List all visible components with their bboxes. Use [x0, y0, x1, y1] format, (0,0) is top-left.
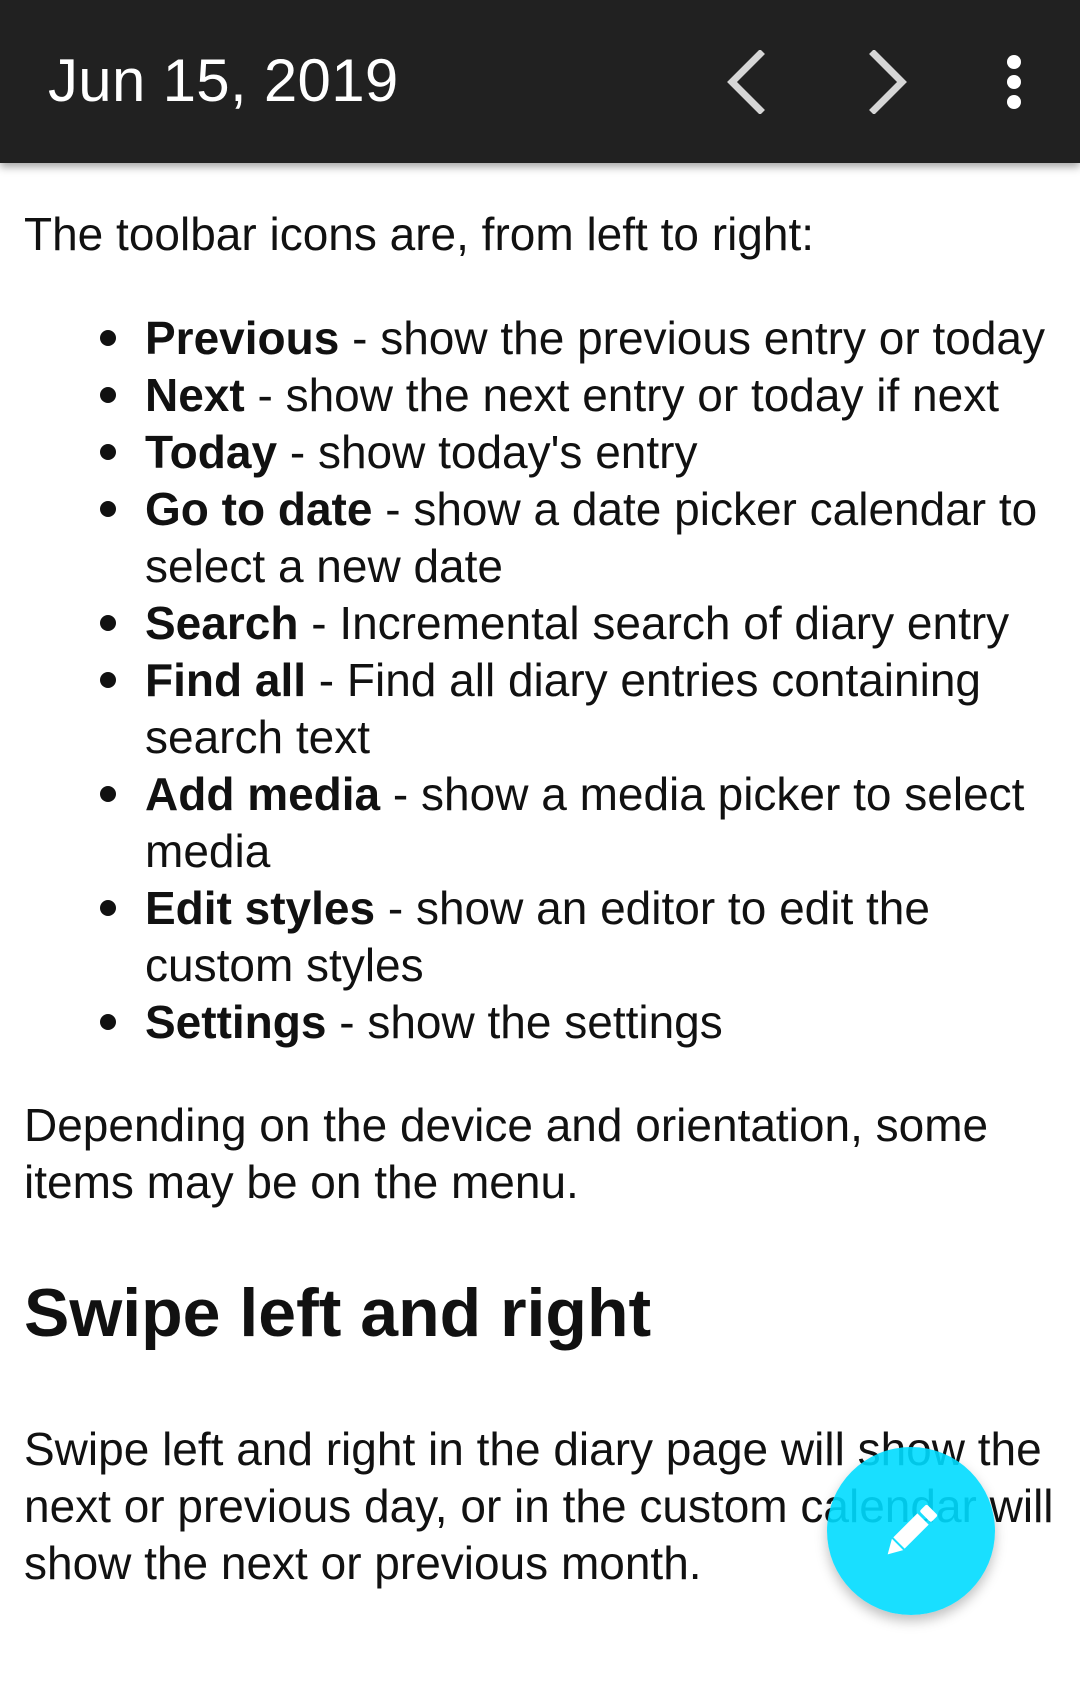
item-term: Go to date: [145, 483, 373, 535]
item-term: Previous: [145, 312, 340, 364]
item-term: Search: [145, 597, 299, 649]
list-item: Previous - show the previous entry or to…: [100, 310, 1060, 367]
item-description: - show the previous entry or today: [339, 312, 1045, 364]
bullet: [100, 615, 116, 631]
chevron-left-icon: [727, 50, 765, 114]
toolbar-icons-list: Previous - show the previous entry or to…: [24, 310, 1060, 1051]
overflow-menu-button[interactable]: [974, 42, 1054, 122]
bullet: [100, 672, 116, 688]
edit-fab-button[interactable]: [827, 1447, 995, 1615]
chevron-right-icon: [869, 50, 907, 114]
page-title: Jun 15, 2019: [48, 47, 399, 114]
list-item: Settings - show the settings: [100, 994, 1060, 1051]
list-item: Add media - show a media picker to selec…: [100, 766, 1060, 880]
item-term: Today: [145, 426, 278, 478]
app-bar: Jun 15, 2019: [0, 0, 1080, 163]
item-description: - Incremental search of diary entry: [298, 597, 1010, 649]
bullet: [100, 1014, 116, 1030]
menu-note-text: Depending on the device and orientation,…: [24, 1099, 989, 1208]
list-item: Go to date - show a date picker calendar…: [100, 481, 1060, 595]
item-term: Add media: [145, 768, 381, 820]
pencil-icon: [887, 1504, 938, 1555]
bullet: [100, 330, 116, 346]
bullet: [100, 387, 116, 403]
item-description: - show today's entry: [277, 426, 698, 478]
item-term: Edit styles: [145, 882, 376, 934]
section-heading: Swipe left and right: [24, 1275, 652, 1351]
item-term: Next: [145, 369, 245, 421]
bullet: [100, 900, 116, 916]
item-term: Find all: [145, 654, 306, 706]
bullet: [100, 444, 116, 460]
list-item: Next - show the next entry or today if n…: [100, 367, 1060, 424]
intro-text: The toolbar icons are, from left to righ…: [24, 208, 815, 260]
bullet: [100, 786, 116, 802]
item-description: - show the settings: [326, 996, 723, 1048]
list-item: Find all - Find all diary entries contai…: [100, 652, 1060, 766]
previous-button[interactable]: [706, 42, 786, 122]
item-term: Settings: [145, 996, 327, 1048]
list-item: Today - show today's entry: [100, 424, 1060, 481]
list-item: Edit styles - show an editor to edit the…: [100, 880, 1060, 994]
item-description: - show the next entry or today if next: [244, 369, 999, 421]
diary-content: The toolbar icons are, from left to righ…: [24, 206, 1060, 1592]
bullet: [100, 501, 116, 517]
next-button[interactable]: [848, 42, 928, 122]
more-vertical-icon: [1007, 55, 1021, 109]
list-item: Search - Incremental search of diary ent…: [100, 595, 1060, 652]
